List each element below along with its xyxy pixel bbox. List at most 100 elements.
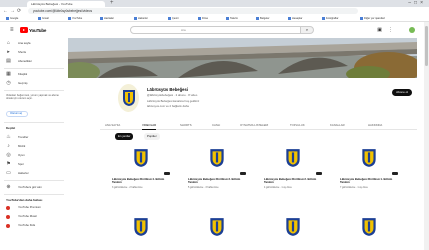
nav-buttons-icon[interactable]: ←→⟳ bbox=[3, 7, 23, 15]
bookmark-item[interactable]: Haberler bbox=[134, 16, 148, 21]
video-title[interactable]: Läbrüsyüs Bebeğesi Dörtlüsü 4. Bölüm Tan… bbox=[112, 177, 170, 185]
channel-banner bbox=[68, 38, 417, 78]
news-icon: ▭ bbox=[6, 170, 11, 176]
crest-icon bbox=[286, 218, 300, 236]
video-thumbnail[interactable] bbox=[340, 145, 398, 175]
subscribe-button[interactable]: Abone ol bbox=[392, 89, 412, 96]
channel-name: Läbrüsyüs Bebeğesi bbox=[147, 87, 188, 92]
tab-channels[interactable]: Kanallar bbox=[330, 121, 345, 129]
more-heading: YouTube'dan daha fazlası bbox=[6, 198, 43, 202]
sidebar-item-subscriptions[interactable]: Abonelikler bbox=[18, 58, 32, 65]
gaming-icon: ◎ bbox=[6, 152, 11, 158]
crest-icon bbox=[286, 149, 300, 167]
trending-icon: ♨ bbox=[6, 134, 11, 140]
youtube-header: ≡ YouTube Ara ⌕ ▣⋮ bbox=[0, 22, 429, 38]
bookmark-item[interactable]: Gmail bbox=[38, 16, 49, 21]
sidebar-item-news[interactable]: Haberler bbox=[18, 170, 29, 177]
bookmark-item[interactable]: Fotoğraflar bbox=[322, 16, 339, 21]
youtube-logo[interactable]: YouTube bbox=[20, 27, 46, 33]
video-thumbnail[interactable] bbox=[188, 145, 246, 175]
video-thumbnail[interactable] bbox=[264, 145, 322, 175]
tab-live[interactable]: Canlı bbox=[212, 121, 220, 129]
bookmark-item[interactable]: Haritalar bbox=[100, 16, 114, 21]
crest-icon bbox=[134, 218, 148, 236]
video-thumbnail[interactable] bbox=[112, 145, 170, 175]
home-icon: ⌂ bbox=[6, 40, 11, 46]
tab-shorts[interactable]: Shorts bbox=[180, 121, 192, 129]
channel-tabs: Ana sayfa Videolar Shorts Canlı Oynatma … bbox=[100, 120, 417, 130]
sidebar-item-music[interactable]: Müzik bbox=[18, 143, 25, 150]
search-input[interactable]: Ara bbox=[130, 26, 310, 34]
sidebar-item-gaming[interactable]: Oyun bbox=[18, 152, 25, 159]
sidebar-item-shorts[interactable]: Shorts bbox=[18, 49, 26, 56]
channel-links[interactable]: labrusyus.com ve 2 bağlantı daha bbox=[147, 104, 189, 108]
tab-videos[interactable]: Videolar bbox=[142, 121, 157, 130]
premium-icon bbox=[6, 206, 10, 210]
video-meta: 4 görüntüleme · 1 ay önce bbox=[264, 186, 292, 189]
chip-popular[interactable]: Popüler bbox=[144, 133, 160, 140]
new-tab-icon[interactable]: + bbox=[110, 0, 114, 7]
duration-badge bbox=[164, 172, 170, 175]
bookmark-item[interactable]: Drive bbox=[198, 16, 208, 21]
bridge-banner-image bbox=[68, 38, 417, 78]
sidebar-item-history[interactable]: Geçmiş bbox=[18, 80, 27, 87]
bookmark-item[interactable]: Diğer yer işaretleri bbox=[360, 16, 385, 21]
sidebar-item-sports[interactable]: Spor bbox=[18, 161, 24, 168]
tab-community[interactable]: Topluluk bbox=[290, 121, 305, 129]
video-thumbnail[interactable] bbox=[188, 214, 246, 244]
shorts-icon: ▸ bbox=[7, 49, 10, 55]
url-input[interactable]: youtube.com/@läbrüsyüsbebeğesi/videos bbox=[28, 8, 358, 14]
divider bbox=[4, 194, 64, 195]
scrollbar-thumb[interactable] bbox=[425, 26, 428, 66]
video-meta: 5 görüntüleme · 3 hafta önce bbox=[188, 186, 219, 189]
chip-latest[interactable]: En yeniler bbox=[115, 133, 134, 140]
video-thumbnail[interactable] bbox=[340, 214, 398, 244]
video-meta: 3 görüntüleme · 2 hafta önce bbox=[112, 186, 143, 189]
bookmarks-bar: Google Gmail YouTube Haritalar Haberler … bbox=[0, 15, 429, 22]
window-controls-icon[interactable]: –□× bbox=[408, 0, 426, 7]
youtube-play-icon bbox=[20, 27, 28, 33]
sidebar-item-trending[interactable]: Trendler bbox=[18, 134, 28, 141]
sidebar-item-premium[interactable]: YouTube Premium bbox=[18, 204, 41, 211]
sidebar: ⌂ Ana sayfa ▸ Shorts ▤ Abonelikler ▦ Kit… bbox=[0, 38, 68, 250]
bookmark-item[interactable]: Google bbox=[6, 16, 18, 21]
duration-badge bbox=[240, 172, 246, 175]
sidebar-item-library[interactable]: Kitaplık bbox=[18, 71, 27, 78]
divider bbox=[4, 122, 64, 123]
music-icon: ♪ bbox=[7, 143, 10, 149]
divider bbox=[4, 90, 64, 91]
channel-description[interactable]: Läbrüsyüs Bebeğesi kanalına hoş geldiniz bbox=[147, 99, 199, 103]
tab-home[interactable]: Ana sayfa bbox=[105, 121, 120, 129]
bookmark-item[interactable]: Belgeler bbox=[256, 16, 270, 21]
video-title[interactable]: Läbrüsyüs Bebeğesi Dörtlüsü 3. Bölüm Tan… bbox=[188, 177, 246, 185]
video-title[interactable]: Läbrüsyüs Bebeğesi Dörtlüsü 1. Bölüm Tan… bbox=[340, 177, 398, 185]
signin-button[interactable]: Oturum aç bbox=[6, 111, 28, 117]
crest-icon bbox=[362, 218, 376, 236]
tab-about[interactable]: Hakkında bbox=[368, 121, 382, 129]
video-thumbnail[interactable] bbox=[112, 214, 170, 244]
tab-playlists[interactable]: Oynatma listeleri bbox=[240, 121, 268, 129]
sidebar-item-home[interactable]: Ana sayfa bbox=[18, 40, 30, 47]
bookmark-item[interactable]: Hesaplar bbox=[288, 16, 302, 21]
header-actions-icon[interactable]: ▣⋮ bbox=[377, 27, 399, 33]
bookmark-item[interactable]: Çeviri bbox=[168, 16, 179, 21]
explore-heading: Keşfet bbox=[6, 126, 16, 130]
video-thumbnail[interactable] bbox=[264, 214, 322, 244]
channel-avatar[interactable] bbox=[118, 84, 139, 112]
menu-icon[interactable]: ≡ bbox=[10, 27, 14, 33]
sidebar-item-youtube-music[interactable]: YouTube Music bbox=[18, 213, 37, 220]
address-bar-row: ←→⟳ youtube.com/@läbrüsyüsbebeğesi/video… bbox=[0, 7, 429, 15]
bookmark-item[interactable]: Takvim bbox=[226, 16, 238, 21]
video-meta: 7 görüntüleme · 1 ay önce bbox=[340, 186, 368, 189]
page-scrollbar[interactable] bbox=[424, 22, 429, 250]
avatar[interactable] bbox=[409, 27, 415, 33]
sidebar-item-youtube-kids[interactable]: YouTube Kids bbox=[18, 222, 35, 229]
video-title[interactable]: Läbrüsyüs Bebeğesi Dörtlüsü 2. Bölüm Tan… bbox=[264, 177, 322, 185]
crest-icon bbox=[210, 218, 224, 236]
browse-icon: ⊕ bbox=[6, 184, 11, 190]
duration-badge bbox=[392, 172, 398, 175]
sidebar-item-browse[interactable]: YouTube'a göz atın bbox=[18, 184, 42, 191]
crest-icon bbox=[134, 149, 148, 167]
bookmark-item[interactable]: YouTube bbox=[68, 16, 82, 21]
search-icon[interactable]: ⌕ bbox=[300, 26, 314, 34]
